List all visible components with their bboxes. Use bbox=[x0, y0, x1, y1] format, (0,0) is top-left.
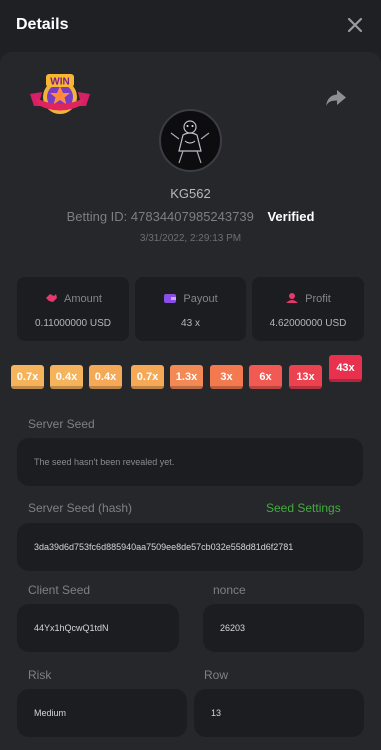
nonce-field[interactable]: 26203 bbox=[203, 604, 364, 652]
close-icon[interactable] bbox=[344, 14, 366, 36]
payout-value: 43 x bbox=[181, 318, 200, 329]
multiplier-chip: 1.3x bbox=[170, 365, 203, 389]
multiplier-chip: 0.7x bbox=[11, 365, 44, 389]
server-seed-hash-field[interactable]: 3da39d6d753fc6d885940aa7509ee8de57cb032e… bbox=[17, 523, 363, 571]
multiplier-chip: 6x bbox=[249, 365, 282, 389]
share-icon[interactable] bbox=[325, 88, 347, 108]
username: KG562 bbox=[170, 186, 211, 201]
multiplier-chip: 0.7x bbox=[131, 365, 164, 389]
betting-id-row: Betting ID: 47834407985243739 Verified bbox=[0, 209, 381, 224]
bet-date: 3/31/2022, 2:29:13 PM bbox=[139, 233, 242, 244]
profit-value: 4.62000000 USD bbox=[269, 318, 347, 329]
verified-status: Verified bbox=[267, 209, 315, 224]
multiplier-chip: 13x bbox=[289, 365, 322, 389]
client-seed-label: Client Seed bbox=[28, 583, 91, 597]
amount-card: Amount 0.11000000 USD bbox=[17, 277, 129, 341]
header: Details bbox=[0, 0, 381, 52]
server-seed-field[interactable]: The seed hasn't been revealed yet. bbox=[17, 438, 363, 486]
risk-field[interactable]: Medium bbox=[17, 689, 187, 737]
win-badge-icon: WIN bbox=[30, 74, 90, 114]
profit-icon bbox=[286, 293, 299, 303]
multiplier-chip: 43x bbox=[329, 355, 362, 382]
betting-id-value: 47834407985243739 bbox=[130, 209, 254, 224]
risk-label: Risk bbox=[28, 668, 52, 682]
wallet-icon bbox=[164, 294, 177, 303]
seed-settings-link[interactable]: Seed Settings bbox=[266, 501, 341, 515]
multiplier-chip: 0.4x bbox=[89, 365, 122, 389]
amount-value: 0.11000000 USD bbox=[35, 318, 111, 329]
win-badge-text: WIN bbox=[50, 77, 69, 88]
row-label: Row bbox=[204, 668, 229, 682]
profit-label: Profit bbox=[305, 293, 331, 305]
amount-label: Amount bbox=[64, 293, 102, 305]
client-seed-field[interactable]: 44Yx1hQcwQ1tdN bbox=[17, 604, 179, 652]
avatar-figure-icon bbox=[170, 120, 210, 164]
avatar bbox=[159, 109, 222, 172]
profit-card: Profit 4.62000000 USD bbox=[252, 277, 364, 341]
betting-id-label: Betting ID: bbox=[66, 209, 128, 224]
server-seed-hash-label: Server Seed (hash) bbox=[28, 501, 133, 515]
page-title: Details bbox=[16, 16, 69, 33]
nonce-label: nonce bbox=[213, 583, 246, 597]
multiplier-chip: 0.4x bbox=[50, 365, 83, 389]
payout-card: Payout 43 x bbox=[135, 277, 246, 341]
row-field[interactable]: 13 bbox=[194, 689, 364, 737]
multiplier-chip: 3x bbox=[210, 365, 243, 389]
details-panel: WIN KG562 Betting ID: 47834407985243739 … bbox=[0, 52, 381, 750]
payout-label: Payout bbox=[183, 293, 218, 305]
server-seed-label: Server Seed bbox=[28, 417, 95, 431]
amount-icon bbox=[46, 294, 58, 302]
